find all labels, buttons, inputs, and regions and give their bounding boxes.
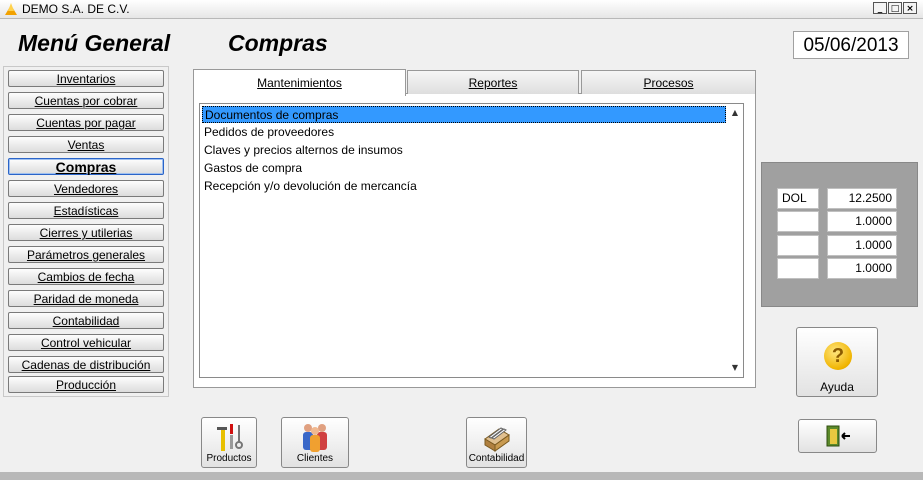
clientes-button[interactable]: Clientes [281,417,349,468]
menu-item-cuentas-cobrar[interactable]: Cuentas por cobrar [8,92,164,109]
menu-item-contabilidad[interactable]: Contabilidad [8,312,164,329]
menu-title: Menú General [18,30,171,56]
title-bar: DEMO S.A. DE C.V. _ □ × [0,0,923,19]
scroll-down-icon[interactable]: ▼ [729,362,741,374]
help-label: Ayuda [820,380,854,394]
menu-item-parametros[interactable]: Parámetros generales [8,246,164,263]
options-list[interactable]: Documentos de compras Pedidos de proveed… [199,103,744,378]
status-bar [0,472,923,480]
tab-reportes[interactable]: Reportes [407,70,579,94]
maximize-icon[interactable]: □ [888,2,902,14]
contabilidad-button[interactable]: Contabilidad [466,417,527,468]
list-item[interactable]: Documentos de compras [202,106,726,123]
tab-label: Procesos [643,76,694,90]
date-display: 05/06/2013 [793,31,909,59]
menu-item-compras[interactable]: Compras [8,158,164,175]
list-item[interactable]: Recepción y/o devolución de mercancía [202,178,726,195]
menu-item-ventas[interactable]: Ventas [8,136,164,153]
currency-rate[interactable]: 12.2500 [827,188,897,209]
scroll-up-icon[interactable]: ▲ [729,107,741,119]
currency-rate[interactable]: 1.0000 [827,211,897,232]
menu-item-cuentas-pagar[interactable]: Cuentas por pagar [8,114,164,131]
tab-mantenimientos[interactable]: Mantenimientos [193,69,406,96]
list-item[interactable]: Pedidos de proveedores [202,124,726,141]
list-item[interactable]: Claves y precios alternos de insumos [202,142,726,159]
help-button[interactable]: ? Ayuda [796,327,878,397]
menu-item-vendedores[interactable]: Vendedores [8,180,164,197]
question-icon: ? [824,342,852,370]
close-icon[interactable]: × [903,2,917,14]
exit-door-icon [826,425,850,447]
tab-label: Mantenimientos [257,76,342,90]
menu-item-cadenas[interactable]: Cadenas de distribución [8,356,164,373]
menu-item-cambios-fecha[interactable]: Cambios de fecha [8,268,164,285]
people-icon [303,424,327,452]
contabilidad-label: Contabilidad [468,453,525,464]
productos-button[interactable]: Productos [201,417,257,468]
menu-item-paridad-moneda[interactable]: Paridad de moneda [8,290,164,307]
minimize-icon[interactable]: _ [873,2,887,14]
main-menu: Inventarios Cuentas por cobrar Cuentas p… [3,66,169,397]
app-icon [5,3,17,15]
section-title: Compras [228,30,328,56]
menu-item-estadisticas[interactable]: Estadísticas [8,202,164,219]
exit-button[interactable] [798,419,877,453]
currency-rate[interactable]: 1.0000 [827,235,897,256]
tools-icon [217,424,243,451]
menu-item-control-vehicular[interactable]: Control vehicular [8,334,164,351]
menu-item-produccion[interactable]: Producción [8,376,164,393]
list-item[interactable]: Gastos de compra [202,160,726,177]
currency-code[interactable] [777,258,819,279]
window-title: DEMO S.A. DE C.V. [22,2,130,16]
menu-item-cierres[interactable]: Cierres y utilerias [8,224,164,241]
productos-label: Productos [206,453,252,464]
currency-code[interactable] [777,211,819,232]
currency-code[interactable] [777,235,819,256]
menu-item-inventarios[interactable]: Inventarios [8,70,164,87]
currency-rate[interactable]: 1.0000 [827,258,897,279]
currency-code[interactable]: DOL [777,188,819,209]
card-file-icon [483,427,510,452]
tab-label: Reportes [468,76,518,90]
clientes-label: Clientes [296,453,334,464]
tab-procesos[interactable]: Procesos [581,70,756,94]
